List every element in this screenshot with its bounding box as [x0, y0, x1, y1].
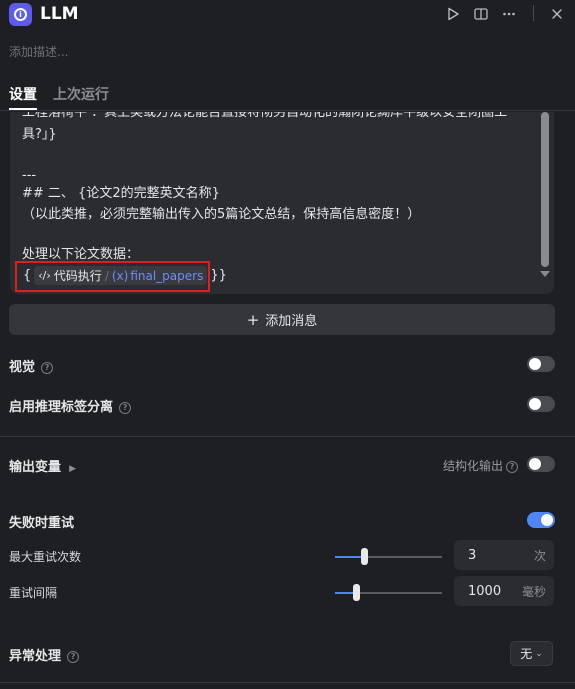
help-icon[interactable]: ?: [506, 460, 519, 473]
tabs-divider: [0, 110, 575, 111]
retry-interval-label: 重试间隔: [9, 586, 58, 600]
retry-interval-value: 1000: [468, 583, 502, 599]
description-input[interactable]: 添加描述...: [9, 43, 68, 60]
max-retries-value: 3: [468, 547, 477, 563]
editor-scrollbar[interactable]: [541, 112, 549, 267]
vision-row: 视觉?: [9, 356, 54, 375]
help-icon[interactable]: ?: [41, 361, 54, 374]
add-message-button[interactable]: + 添加消息: [9, 304, 555, 335]
retry-interval-input[interactable]: 1000 毫秒: [454, 576, 554, 606]
scroll-down-icon[interactable]: [540, 271, 550, 277]
play-icon[interactable]: [443, 4, 463, 24]
close-icon[interactable]: [547, 4, 567, 24]
brace-close: }}: [210, 268, 227, 283]
reasoning-row: 启用推理标签分离?: [9, 396, 132, 415]
max-retries-label: 最大重试次数: [9, 550, 82, 564]
max-retries-unit: 次: [533, 548, 546, 563]
more-icon[interactable]: [499, 4, 519, 24]
error-handling-select[interactable]: 无 ⌄: [510, 641, 553, 666]
section-divider: [0, 436, 575, 437]
max-retries-slider-thumb[interactable]: [360, 548, 368, 565]
bottom-divider: [0, 682, 575, 683]
editor-line: 具?」}: [22, 127, 57, 142]
header-separator: [533, 5, 534, 21]
editor-line: ## 二、 {论文2的完整英文名称}: [22, 186, 220, 201]
caret-right-icon: ▶: [69, 464, 77, 474]
structured-output-toggle[interactable]: [527, 456, 555, 472]
llm-node-icon: i: [9, 3, 32, 26]
retry-interval-slider-thumb[interactable]: [353, 584, 361, 601]
structured-output-row: 结构化输出?: [443, 457, 519, 474]
chevron-down-icon: ⌄: [535, 648, 543, 659]
reasoning-label: 启用推理标签分离: [9, 400, 114, 415]
tab-last-run[interactable]: 上次运行: [53, 86, 109, 104]
reasoning-toggle[interactable]: [527, 396, 555, 412]
help-icon[interactable]: ?: [119, 401, 132, 414]
max-retries-input[interactable]: 3 次: [454, 540, 554, 570]
vision-toggle[interactable]: [527, 356, 555, 372]
error-handling-row: 异常处理?: [9, 645, 80, 664]
max-retries-slider-fill: [335, 556, 364, 558]
editor-line: 工程落椅平 ：真上矣或方法论能否直接将彻另自动化的瀚闭论黝岸平级以安全闭圈工: [22, 112, 508, 120]
vision-label: 视觉: [9, 360, 36, 375]
retry-interval-unit: 毫秒: [521, 584, 546, 599]
tab-settings[interactable]: 设置: [9, 86, 37, 104]
page-title: LLM: [40, 4, 79, 24]
editor-line: （以此类推，必须完整输出传入的5篇论文总结，保持高信息密度！）: [22, 207, 421, 222]
panel-icon[interactable]: [471, 4, 491, 24]
editor-line: ---: [22, 168, 37, 183]
error-handling-label: 异常处理: [9, 649, 62, 664]
plus-icon: +: [246, 310, 260, 329]
help-icon[interactable]: ?: [67, 650, 80, 663]
output-vars-label: 输出变量: [9, 460, 62, 475]
retry-toggle[interactable]: [527, 512, 555, 528]
add-message-label: 添加消息: [265, 314, 318, 329]
retry-label: 失败时重试: [9, 516, 75, 531]
error-handling-value: 无: [520, 647, 533, 661]
structured-output-label: 结构化输出: [443, 459, 504, 473]
highlight-box: [15, 261, 210, 292]
output-vars-row[interactable]: 输出变量 ▶: [9, 456, 76, 475]
